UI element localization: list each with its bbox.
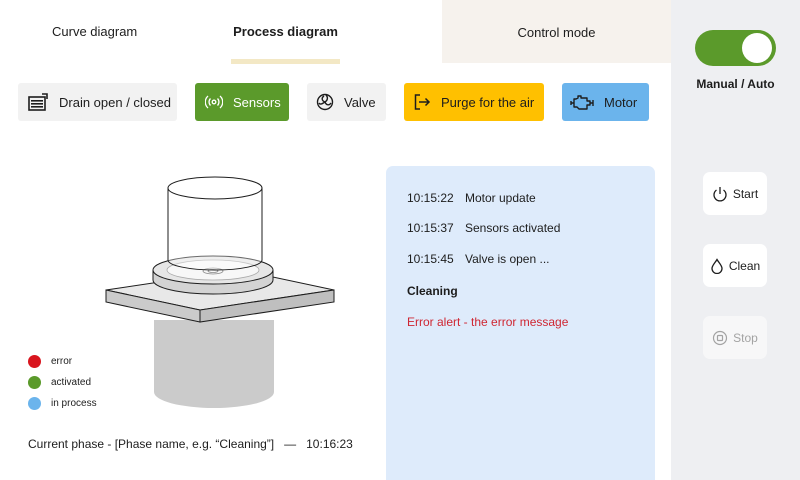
legend-item-in-process: in process <box>28 393 97 414</box>
start-button[interactable]: Start <box>703 172 767 215</box>
log-section-title: Cleaning <box>407 284 458 298</box>
motor-button[interactable]: Motor <box>562 83 649 121</box>
current-phase-text: Current phase - [Phase name, e.g. “Clean… <box>28 437 353 451</box>
stop-icon <box>712 330 728 346</box>
log-message: Valve is open ... <box>465 252 550 266</box>
status-legend: error activated in process <box>28 351 97 414</box>
purge-button[interactable]: Purge for the air <box>404 83 544 121</box>
sensors-label: Sensors <box>233 94 281 110</box>
mode-label: Manual / Auto <box>696 77 775 91</box>
tab-label: Curve diagram <box>52 23 138 39</box>
control-sidebar: Manual / Auto Start Clean Stop <box>671 0 800 480</box>
activated-dot <box>28 376 41 389</box>
valve-icon <box>316 93 334 111</box>
valve-label: Valve <box>344 94 376 110</box>
legend-label: activated <box>51 377 92 388</box>
stop-button[interactable]: Stop <box>703 316 767 359</box>
log-time: 10:15:45 <box>407 252 454 266</box>
log-entry: 10:15:45 Valve is open ... <box>407 252 550 266</box>
log-entry: 10:15:22 Motor update <box>407 191 536 205</box>
toggle-knob <box>742 33 772 63</box>
power-icon <box>712 186 728 202</box>
purge-label: Purge for the air <box>441 94 535 110</box>
sensors-icon <box>205 95 223 109</box>
tab-curve-diagram[interactable]: Curve diagram <box>28 0 158 62</box>
log-entry: 10:15:37 Sensors activated <box>407 221 560 235</box>
sensors-button[interactable]: Sensors <box>195 83 289 121</box>
clean-label: Clean <box>728 258 761 273</box>
active-tab-indicator <box>231 59 340 64</box>
motor-icon <box>570 93 594 111</box>
tab-label: Control mode <box>517 25 596 40</box>
log-panel: 10:15:22 Motor update 10:15:37 Sensors a… <box>386 166 655 480</box>
error-alert-message: Error alert - the error message <box>407 315 569 329</box>
tab-control-mode[interactable]: Control mode <box>442 0 671 63</box>
log-time: 10:15:37 <box>407 221 454 235</box>
clean-button[interactable]: Clean <box>703 244 767 287</box>
purge-icon <box>414 94 431 110</box>
in-process-dot <box>28 397 41 410</box>
legend-label: error <box>51 356 73 367</box>
legend-item-activated: activated <box>28 372 97 393</box>
tab-process-diagram[interactable]: Process diagram <box>231 0 340 64</box>
drain-button[interactable]: Drain open / closed <box>18 83 177 121</box>
start-label: Start <box>732 186 759 201</box>
motor-label: Motor <box>604 94 638 110</box>
log-message: Motor update <box>465 191 536 205</box>
log-time: 10:15:22 <box>407 191 454 205</box>
log-message: Sensors activated <box>465 221 561 235</box>
valve-button[interactable]: Valve <box>307 83 386 121</box>
stop-label: Stop <box>733 330 758 345</box>
manual-auto-toggle[interactable] <box>695 30 776 66</box>
error-dot <box>28 355 41 368</box>
tab-label: Process diagram <box>233 23 338 39</box>
drop-icon <box>710 257 724 274</box>
legend-label: in process <box>51 398 97 409</box>
process-illustration <box>100 170 340 410</box>
main-area: Curve diagram Process diagram Control mo… <box>0 0 671 480</box>
drain-icon <box>27 93 49 111</box>
drain-label: Drain open / closed <box>59 94 172 110</box>
legend-item-error: error <box>28 351 97 372</box>
